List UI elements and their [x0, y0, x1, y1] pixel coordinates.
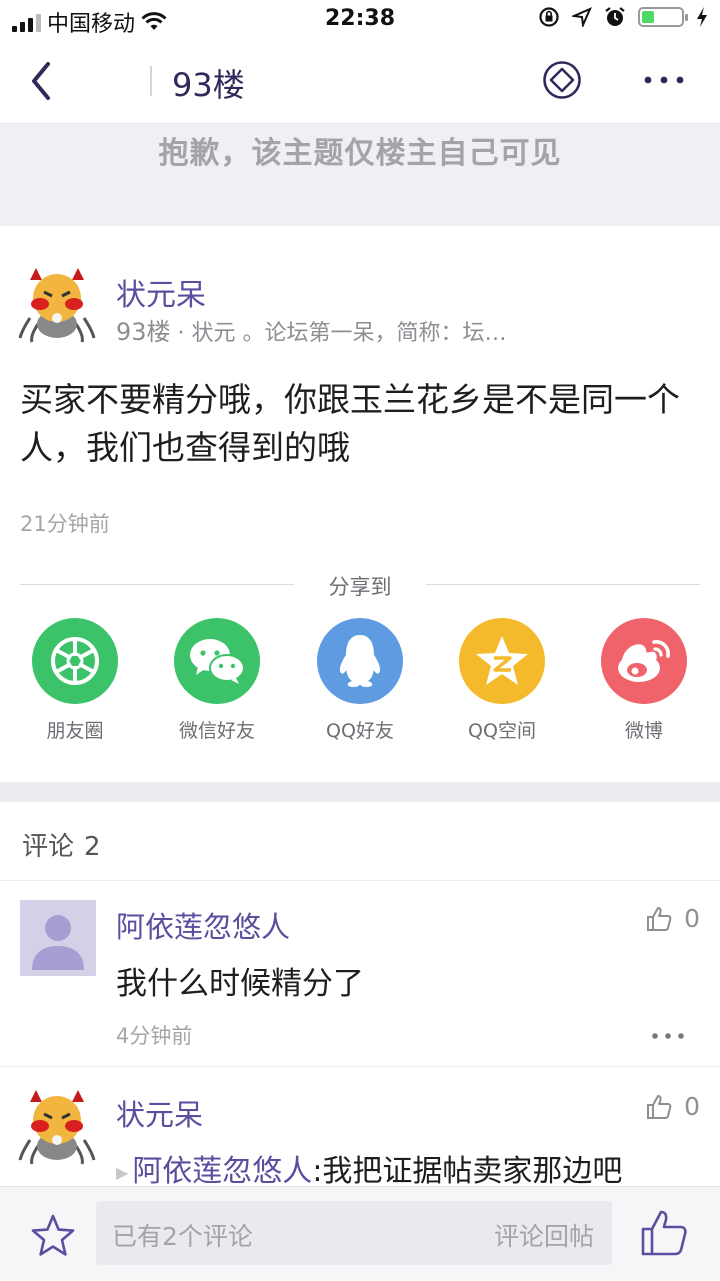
page-title: 93楼: [172, 66, 245, 104]
comment-like-count: 0: [684, 904, 700, 933]
qq-penguin-icon: [317, 618, 403, 704]
nav-bar: 93楼: [0, 40, 720, 124]
share-wechat-label: 微信好友: [178, 720, 255, 742]
nav-divider: [150, 66, 152, 96]
comment-author-name[interactable]: 状元呆: [116, 1092, 203, 1134]
comments-count: 2: [84, 832, 101, 862]
share-wechat[interactable]: 微信好友: [157, 618, 277, 743]
comment-item: 阿依莲忽悠人 0 我什么时候精分了 4分钟前: [0, 880, 720, 1068]
post-floor: 93楼: [116, 318, 171, 346]
comment-like-count: 0: [684, 1092, 700, 1121]
reply-action-label[interactable]: 评论回帖: [494, 1217, 594, 1253]
thumbs-up-icon[interactable]: [640, 1209, 688, 1257]
post-body: 买家不要精分哦，你跟玉兰花乡是不是同一个人，我们也查得到的哦: [20, 380, 680, 467]
comment-item: 状元呆 0 ▶ 阿依莲忽悠人:我把证据帖卖家那边吧: [0, 1068, 720, 1189]
share-moments-label: 朋友圈: [46, 720, 104, 742]
hidden-topic-notice: 抱歉，该主题仅楼主自己可见: [0, 124, 720, 226]
post-timestamp: 21分钟前: [20, 512, 110, 536]
comment-input-placeholder: 已有2个评论: [112, 1222, 253, 1251]
comments-label: 评论: [22, 832, 75, 862]
wechat-icon: [174, 618, 260, 704]
moments-aperture-icon: [32, 618, 118, 704]
comments-header: 评论 2: [22, 826, 111, 863]
share-label: 分享到: [328, 575, 392, 599]
comment-author-name[interactable]: 阿依莲忽悠人: [116, 904, 290, 946]
share-qq[interactable]: QQ好友: [300, 618, 420, 743]
battery-icon: [638, 7, 688, 27]
diamond-circle-icon[interactable]: [542, 60, 582, 100]
share-weibo-label: 微博: [624, 720, 663, 742]
post-card: 状元呆 93楼 · 状元 。论坛第一呆，简称：坛… 买家不要精分哦，你跟玉兰花乡…: [0, 226, 720, 782]
post-meta: 93楼 · 状元 。论坛第一呆，简称：坛…: [116, 312, 507, 347]
reply-mention[interactable]: 阿依莲忽悠人: [132, 1154, 312, 1189]
reply-triangle-icon: ▶: [116, 1163, 129, 1182]
status-bar: 中国移动 22:38: [0, 0, 720, 40]
devil-avatar-icon[interactable]: [18, 1088, 96, 1166]
status-right: [538, 6, 708, 28]
comment-input[interactable]: 已有2个评论 评论回帖: [96, 1201, 612, 1265]
share-qq-label: QQ好友: [326, 720, 394, 742]
comment-like-button[interactable]: 0: [646, 1092, 700, 1121]
back-chevron-icon[interactable]: [22, 58, 62, 104]
charging-bolt-icon: [697, 7, 707, 27]
alarm-icon: [605, 7, 625, 26]
devil-avatar-icon[interactable]: [18, 266, 96, 344]
comment-text: 我什么时候精分了: [116, 966, 364, 1002]
location-arrow-icon: [572, 7, 592, 27]
notice-text: 抱歉，该主题仅楼主自己可见: [158, 136, 562, 171]
bottom-bar: 已有2个评论 评论回帖: [0, 1186, 720, 1281]
favorite-star-icon[interactable]: [30, 1213, 76, 1259]
share-qzone[interactable]: QQ空间: [442, 618, 562, 743]
rotation-lock-icon: [539, 7, 559, 27]
post-user-title: · 状元 。论坛第一呆，简称：坛…: [177, 321, 507, 346]
comment-more-icon[interactable]: [650, 1030, 686, 1042]
share-divider-right: [426, 584, 700, 585]
qzone-star-icon: [459, 618, 545, 704]
thumbs-up-icon: [647, 906, 672, 931]
thumbs-up-icon: [647, 1094, 672, 1119]
share-moments[interactable]: 朋友圈: [15, 618, 135, 743]
post-author-name[interactable]: 状元呆: [116, 270, 206, 314]
comment-like-button[interactable]: 0: [646, 904, 700, 933]
share-qzone-label: QQ空间: [468, 720, 536, 742]
comment-divider: [0, 1066, 720, 1067]
section-separator: [0, 782, 720, 802]
comment-timestamp: 4分钟前: [116, 1024, 193, 1048]
reply-body: :我把证据帖卖家那边吧: [312, 1154, 623, 1189]
more-options-icon[interactable]: [642, 70, 686, 90]
comment-reply-text: ▶ 阿依莲忽悠人:我把证据帖卖家那边吧: [116, 1146, 622, 1190]
share-weibo[interactable]: 微博: [584, 618, 704, 743]
weibo-icon: [601, 618, 687, 704]
default-avatar-icon[interactable]: [20, 900, 96, 976]
